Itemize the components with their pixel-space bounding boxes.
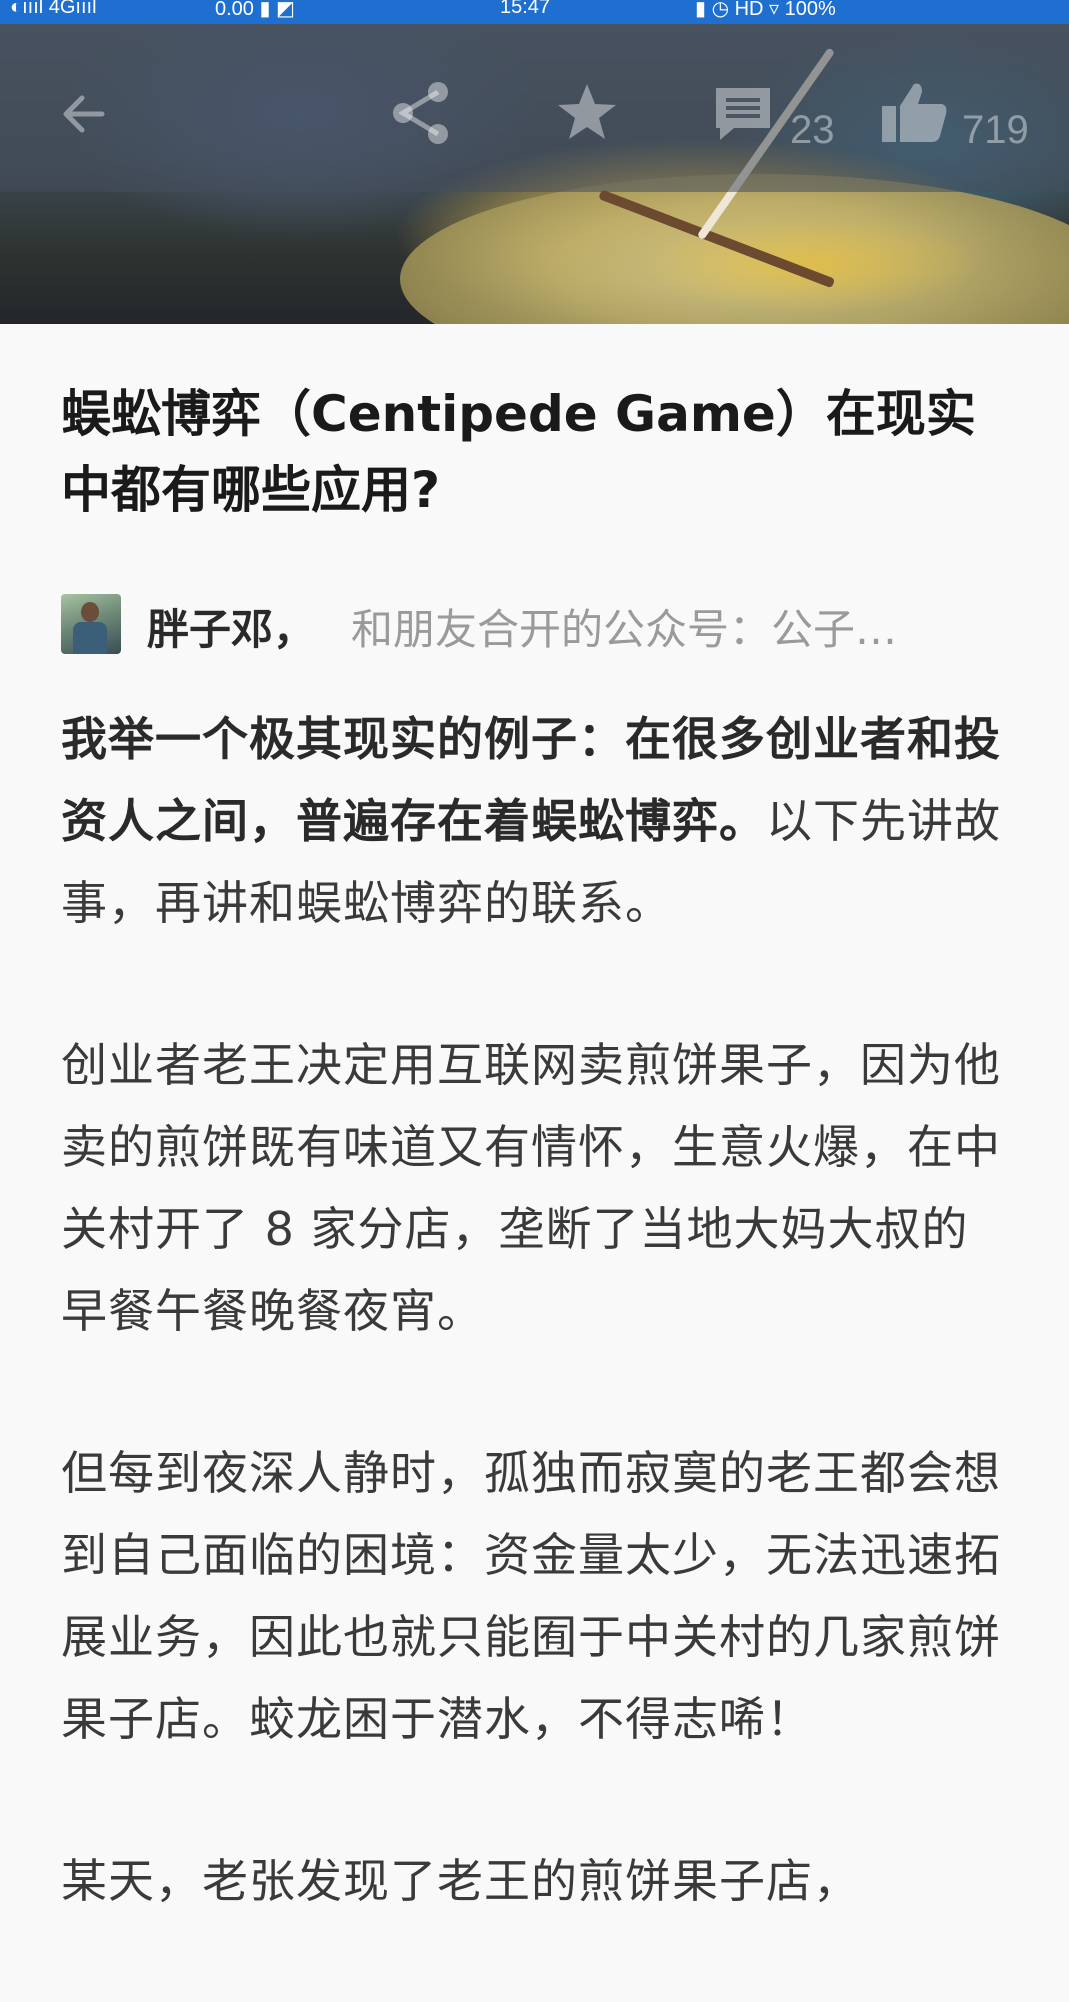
- paragraph-text: 某天，老张发现了老王的煎饼果子店，: [61, 1854, 860, 1908]
- author-name[interactable]: 胖子邓，: [147, 596, 315, 657]
- paragraph-4: 某天，老张发现了老王的煎饼果子店，: [61, 1840, 1001, 1922]
- thumbs-up-icon[interactable]: [880, 80, 950, 148]
- avatar-head-shape: [81, 602, 99, 622]
- signal-indicator: ◐ıııl 4Gıııl: [10, 0, 97, 18]
- share-icon[interactable]: [390, 80, 452, 150]
- author-bio: 和朋友合开的公众号：公子…: [351, 605, 898, 654]
- star-icon[interactable]: [556, 82, 618, 146]
- like-count[interactable]: 719: [962, 108, 1029, 153]
- article-title: 蜈蚣博弈（Centipede Game）在现实中都有哪些应用?: [61, 385, 976, 519]
- avatar-body-shape: [73, 622, 107, 654]
- paragraph-1: 我举一个极其现实的例子：在很多创业者和投资人之间，普遍存在着蜈蚣博弈。以下先讲故…: [61, 698, 1001, 944]
- article-body: 我举一个极其现实的例子：在很多创业者和投资人之间，普遍存在着蜈蚣博弈。以下先讲故…: [61, 698, 1001, 2002]
- clock: 15:47: [500, 0, 551, 18]
- system-indicators: ▮ ◷ HD ▿ 100%: [695, 0, 836, 20]
- comment-count[interactable]: 23: [790, 108, 835, 153]
- avatar[interactable]: [61, 594, 121, 654]
- back-arrow-icon[interactable]: [56, 86, 112, 146]
- data-speed-indicator: 0.00 ▮ ◩: [215, 0, 295, 20]
- author-row[interactable]: 胖子邓， 和朋友合开的公众号：公子…: [61, 594, 1011, 656]
- paragraph-3: 但每到夜深人静时，孤独而寂寞的老王都会想到自己面临的困境：资金量太少，无法迅速拓…: [61, 1432, 1001, 1760]
- paragraph-2: 创业者老王决定用互联网卖煎饼果子，因为他卖的煎饼既有味道又有情怀，生意火爆，在中…: [61, 1024, 1001, 1352]
- paragraph-text: 但每到夜深人静时，孤独而寂寞的老王都会想到自己面临的困境：资金量太少，无法迅速拓…: [61, 1446, 1001, 1746]
- paragraph-text: 创业者老王决定用互联网卖煎饼果子，因为他卖的煎饼既有味道又有情怀，生意火爆，在中…: [61, 1038, 1001, 1338]
- top-toolbar: 23 719: [0, 24, 1069, 192]
- comment-icon[interactable]: [712, 84, 774, 148]
- status-bar: ◐ıııl 4Gıııl 0.00 ▮ ◩ 15:47 ▮ ◷ HD ▿ 100…: [0, 0, 1069, 24]
